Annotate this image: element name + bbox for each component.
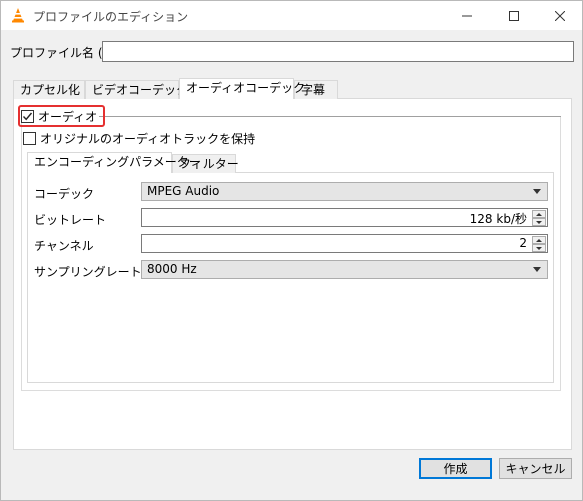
channels-label: チャンネル	[34, 239, 94, 253]
arrow-down-icon	[536, 247, 542, 250]
arrow-up-icon	[536, 213, 542, 216]
title-bar[interactable]: プロファイルのエディション	[1, 1, 582, 30]
samplerate-value: 8000 Hz	[147, 262, 197, 276]
samplerate-select[interactable]: 8000 Hz	[141, 260, 548, 279]
vlc-cone-icon	[12, 8, 24, 23]
minimize-icon	[462, 15, 472, 16]
chevron-down-icon	[533, 189, 541, 194]
keep-original-audio-checkbox[interactable]: オリジナルのオーディオトラックを保持	[23, 130, 255, 147]
close-button[interactable]	[537, 1, 583, 30]
channels-spin-buttons	[532, 236, 546, 252]
keep-original-audio-label: オリジナルのオーディオトラックを保持	[40, 132, 256, 146]
window-title: プロファイルのエディション	[33, 10, 189, 24]
tab-label: オーディオコーデック	[186, 81, 306, 95]
bitrate-label: ビットレート	[34, 213, 107, 227]
profile-name-label: プロファイル名 (N)	[10, 46, 117, 60]
close-icon	[555, 10, 565, 21]
codec-value: MPEG Audio	[147, 184, 220, 198]
tab-label: ビデオコーデック	[92, 83, 189, 97]
spin-down-button[interactable]	[532, 244, 546, 252]
tab-encoding-params[interactable]: エンコーディングパラメーター	[27, 152, 201, 173]
bitrate-value: 128 kb/秒	[469, 212, 527, 226]
profile-name-input[interactable]	[102, 41, 574, 62]
profile-edition-window: プロファイルのエディション プロファイル名 (N) カプセル化 ビデオコーデック…	[0, 0, 583, 501]
spin-down-button[interactable]	[532, 218, 546, 226]
spin-up-button[interactable]	[532, 236, 546, 244]
checkbox-box[interactable]	[23, 132, 36, 145]
maximize-icon	[509, 10, 519, 21]
arrow-down-icon	[536, 221, 542, 224]
maximize-button[interactable]	[491, 1, 537, 30]
tab-encapsulation[interactable]: カプセル化	[13, 80, 85, 99]
tab-audio-codec[interactable]: オーディオコーデック	[179, 78, 305, 99]
create-button[interactable]: 作成	[419, 458, 492, 479]
audio-group-line	[99, 116, 561, 117]
tab-video-codec[interactable]: ビデオコーデック	[85, 80, 188, 99]
spin-up-button[interactable]	[532, 210, 546, 218]
codec-label: コーデック	[34, 187, 95, 201]
bitrate-spinbox[interactable]: 128 kb/秒	[141, 208, 548, 227]
minimize-button[interactable]	[444, 1, 490, 30]
bitrate-spin-buttons	[532, 210, 546, 226]
cancel-button[interactable]: キャンセル	[499, 458, 572, 479]
tab-label: エンコーディングパラメーター	[34, 155, 201, 169]
codec-select[interactable]: MPEG Audio	[141, 182, 548, 201]
chevron-down-icon	[533, 267, 541, 272]
arrow-up-icon	[536, 239, 542, 242]
channels-spinbox[interactable]: 2	[141, 234, 548, 253]
tab-label: カプセル化	[20, 83, 81, 97]
highlight-box	[18, 105, 105, 127]
channels-value: 2	[519, 236, 527, 250]
